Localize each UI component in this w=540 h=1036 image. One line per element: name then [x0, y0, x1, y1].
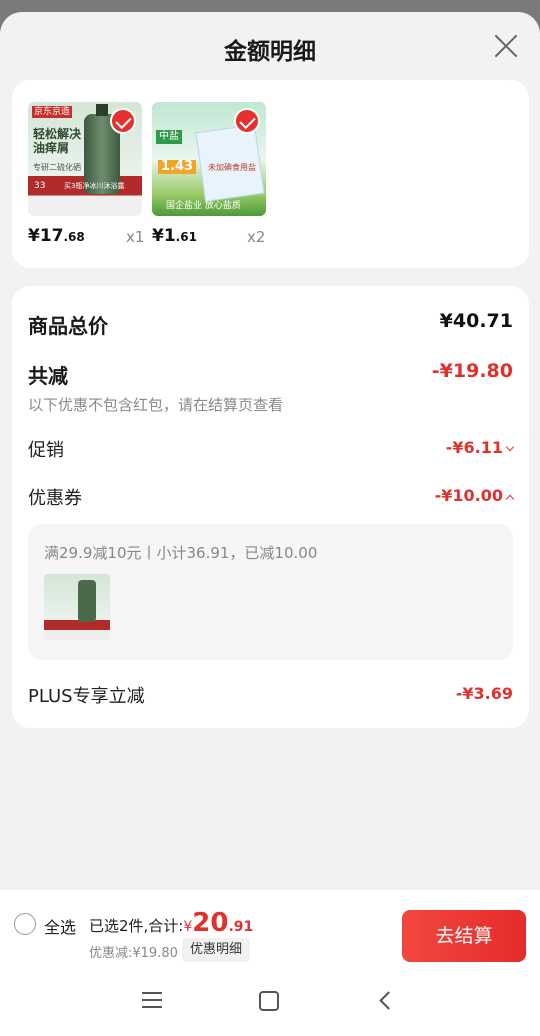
- sheet-title: 金额明细: [224, 39, 316, 65]
- promo-value-wrap: -¥6.11: [445, 438, 515, 457]
- sheet-header: 金额明细: [0, 12, 540, 80]
- product-card: 京东京造 轻松解决 油痒屑 专研二硫化硒 33 买3瓶净冰川沐浴露 ¥17.68…: [12, 80, 529, 268]
- coupon-label: 优惠券: [28, 488, 82, 509]
- coupon-value: -¥10.00: [434, 486, 503, 505]
- price-details-card: 商品总价 ¥40.71 共减 -¥19.80 以下优惠不包含红包，请在结算页查看…: [12, 286, 529, 728]
- promo-label: 促销: [28, 440, 64, 461]
- coupon-detail-box: 满29.9减10元丨小计36.91，已减10.00: [28, 524, 513, 660]
- select-all-radio[interactable]: [14, 913, 36, 935]
- price-integer: ¥17: [28, 226, 64, 246]
- promo-value: -¥6.11: [445, 438, 503, 457]
- total-label: 商品总价: [28, 314, 108, 338]
- coupon-value-wrap: -¥10.00: [434, 486, 515, 505]
- mini-bottle-graphic: [78, 580, 96, 622]
- reduce-value: -¥19.80: [431, 360, 513, 382]
- currency-symbol: ¥: [183, 919, 193, 935]
- coupon-detail-text: 满29.9减10元丨小计36.91，已减10.00: [44, 544, 318, 562]
- image-headline-2: 油痒屑: [33, 141, 70, 155]
- plus-row: PLUS专享立减 -¥3.69: [28, 682, 513, 708]
- chevron-down-icon: [505, 442, 515, 452]
- product-qty-1: x1: [126, 228, 145, 246]
- total-row: 商品总价 ¥40.71: [28, 310, 513, 339]
- amount-detail-sheet: 金额明细 京东京造 轻松解决 油痒屑 专研二硫化硒 33 买3瓶净冰川沐浴露 ¥…: [0, 12, 540, 1036]
- image-price-tag: 33: [34, 181, 46, 191]
- total-decimal: .91: [228, 919, 254, 935]
- checkout-button[interactable]: 去结算: [402, 910, 526, 962]
- total-integer: 20: [192, 908, 229, 938]
- menu-icon[interactable]: [142, 992, 162, 1008]
- image-promo-text: 买3瓶净冰川沐浴露: [64, 182, 125, 190]
- product-item-1[interactable]: 京东京造 轻松解决 油痒屑 专研二硫化硒 33 买3瓶净冰川沐浴露 ¥17.68…: [28, 102, 144, 246]
- image-product-text: 未加碘食用盐: [208, 163, 256, 172]
- total-summary: 已选2件,合计:¥20.91: [89, 908, 253, 938]
- product-qty-2: x2: [247, 228, 266, 246]
- product-item-2[interactable]: 中盐 1.43 未加碘食用盐 国企盐业 放心盐质 ¥1.61 x2: [152, 102, 266, 246]
- coupon-product-thumb: [44, 574, 110, 640]
- discount-detail-button[interactable]: 优惠明细: [182, 938, 251, 962]
- selected-text: 已选2件,合计:: [89, 917, 184, 935]
- coupon-row[interactable]: 优惠券 -¥10.00: [28, 484, 515, 510]
- brand-tag: 京东京造: [32, 106, 73, 118]
- reduce-note: 以下优惠不包含红包，请在结算页查看: [28, 396, 284, 414]
- home-icon[interactable]: [259, 991, 279, 1011]
- check-icon[interactable]: [234, 108, 260, 134]
- brand-tag-2: 中盐: [156, 130, 182, 144]
- reduce-row: 共减 -¥19.80: [28, 360, 513, 389]
- select-all-label[interactable]: 全选: [44, 914, 76, 938]
- close-icon[interactable]: [494, 34, 518, 58]
- reduce-label: 共减: [28, 364, 68, 388]
- image-slogan: 国企盐业 放心盐质: [166, 201, 241, 211]
- checkout-bar: 全选 已选2件,合计:¥20.91 优惠减:¥19.80 优惠明细 去结算: [0, 890, 540, 970]
- product-image-2: 中盐 1.43 未加碘食用盐 国企盐业 放心盐质: [152, 102, 266, 216]
- total-value: ¥40.71: [439, 310, 513, 332]
- product-price-1: ¥17.68: [28, 226, 142, 246]
- plus-value: -¥3.69: [455, 684, 513, 703]
- plus-label: PLUS专享立减: [28, 686, 145, 707]
- back-icon[interactable]: [379, 991, 398, 1010]
- check-icon[interactable]: [110, 108, 136, 134]
- system-nav-bar: [0, 970, 540, 1036]
- chevron-up-icon: [505, 494, 515, 504]
- image-subtext: 专研二硫化硒: [33, 163, 81, 172]
- price-decimal: .61: [175, 230, 197, 244]
- price-decimal: .68: [63, 230, 85, 244]
- image-headline: 轻松解决: [33, 127, 82, 141]
- discount-text: 优惠减:¥19.80: [89, 946, 178, 961]
- price-integer: ¥1: [152, 226, 176, 246]
- promo-row[interactable]: 促销 -¥6.11: [28, 436, 515, 462]
- image-price-badge: 1.43: [158, 160, 197, 174]
- product-image-1: 京东京造 轻松解决 油痒屑 专研二硫化硒 33 买3瓶净冰川沐浴露: [28, 102, 142, 216]
